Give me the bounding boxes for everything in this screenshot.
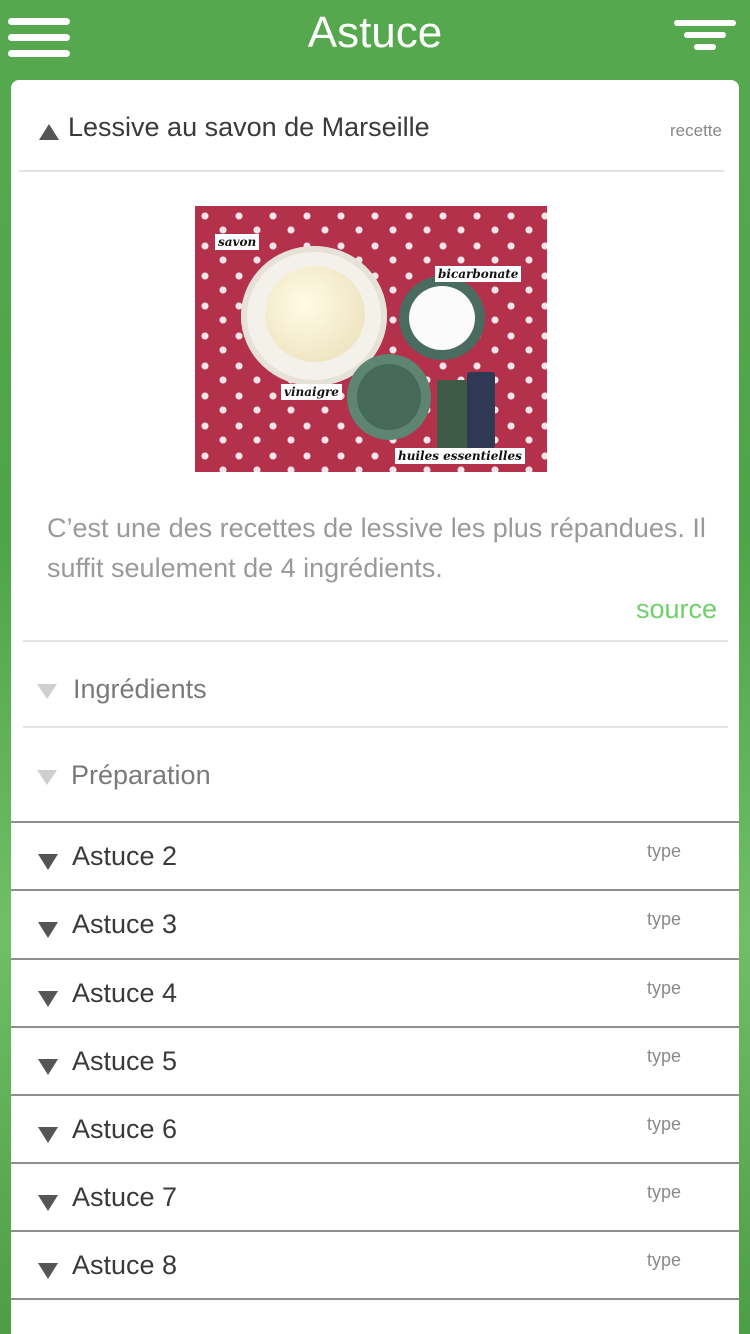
essential-oil-bottle — [437, 380, 467, 450]
hamburger-menu-icon[interactable] — [8, 18, 70, 58]
list-item-type: type — [647, 909, 682, 929]
triangle-down-icon — [38, 1127, 58, 1143]
essential-oil-bottle — [467, 372, 495, 448]
page-title: Astuce — [307, 8, 443, 57]
photo-label-bicarbonate: bicarbonate — [435, 266, 522, 282]
list-item-type: type — [647, 1250, 682, 1270]
app-header: Astuce — [0, 0, 750, 78]
triangle-down-icon — [38, 991, 58, 1007]
recipe-photo: savon bicarbonate vinaigre huiles essent… — [195, 206, 547, 472]
source-link[interactable]: source — [636, 594, 717, 625]
filter-icon[interactable] — [674, 20, 736, 54]
tip-type-label: recette — [670, 121, 722, 140]
soap-flakes — [265, 266, 365, 362]
section-preparation[interactable]: Préparation — [23, 726, 728, 822]
tip-description: C’est une des recettes de lessive les pl… — [47, 513, 706, 583]
bicarbonate-powder — [409, 286, 475, 350]
list-item[interactable]: Astuce 3 type — [11, 889, 739, 957]
triangle-down-icon — [37, 770, 57, 785]
list-item-type: type — [647, 841, 682, 861]
list-item-label: Astuce 2 — [72, 841, 178, 871]
list-item-label: Astuce 5 — [72, 1046, 178, 1076]
list-item[interactable]: Astuce 5 type — [11, 1026, 739, 1094]
triangle-down-icon — [38, 854, 58, 870]
triangle-up-icon — [39, 124, 59, 140]
triangle-down-icon — [38, 1059, 58, 1075]
tip-card: Lessive au savon de Marseille recette sa… — [11, 80, 739, 1334]
list-item-label: Astuce 4 — [72, 978, 178, 1008]
list-item-type: type — [647, 978, 682, 998]
vinegar-liquid — [357, 364, 421, 430]
list-item[interactable]: Astuce 4 type — [11, 958, 739, 1026]
list-divider — [11, 1298, 739, 1334]
list-item-type: type — [647, 1114, 682, 1134]
triangle-down-icon — [38, 922, 58, 938]
section-label: Préparation — [71, 760, 211, 790]
list-item-type: type — [647, 1046, 682, 1066]
triangle-down-icon — [38, 1263, 58, 1279]
list-item[interactable]: Astuce 6 type — [11, 1094, 739, 1162]
section-label: Ingrédients — [73, 674, 207, 704]
list-item[interactable]: Astuce 2 type — [11, 821, 739, 889]
list-item-type: type — [647, 1182, 682, 1202]
list-item[interactable]: Astuce 8 type — [11, 1230, 739, 1298]
list-item[interactable]: Astuce 7 type — [11, 1162, 739, 1230]
list-item-label: Astuce 3 — [72, 909, 178, 939]
list-item-label: Astuce 7 — [72, 1182, 178, 1212]
tip-header[interactable]: Lessive au savon de Marseille recette — [19, 80, 724, 172]
triangle-down-icon — [37, 684, 57, 699]
list-item-label: Astuce 8 — [72, 1250, 178, 1280]
tip-title: Lessive au savon de Marseille — [68, 112, 430, 142]
photo-label-savon: savon — [215, 234, 260, 250]
photo-label-vinaigre: vinaigre — [281, 384, 342, 400]
photo-label-huiles: huiles essentielles — [395, 448, 525, 464]
section-ingredients[interactable]: Ingrédients — [23, 640, 728, 726]
list-item-label: Astuce 6 — [72, 1114, 178, 1144]
triangle-down-icon — [38, 1195, 58, 1211]
